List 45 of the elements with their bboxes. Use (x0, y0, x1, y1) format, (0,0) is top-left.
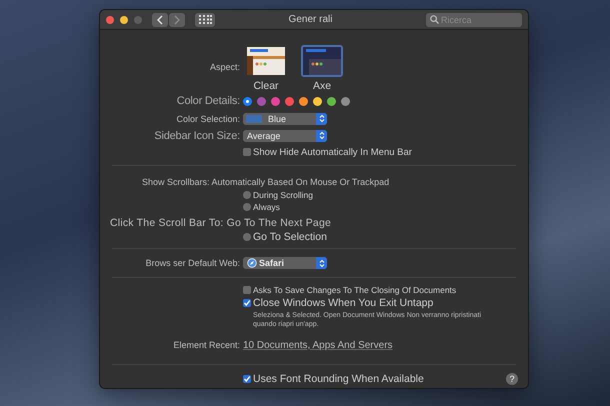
document-option-checkbox[interactable]: Asks To Save Changes To The Closing Of Documents (243, 284, 456, 294)
minimize-button[interactable] (120, 16, 128, 24)
appearance-option[interactable]: Clear (243, 45, 289, 92)
search-icon (430, 15, 439, 24)
scrollbar-radio[interactable]: During Scrolling (243, 190, 313, 200)
checkmark-icon (243, 375, 251, 383)
menu-bar-checkbox[interactable]: Show Hide Automatically In Menu Bar (243, 146, 412, 158)
font-smoothing-checkbox[interactable]: Uses Font Rounding When Available (243, 373, 424, 385)
chevron-left-icon (157, 14, 163, 24)
accent-color-swatch[interactable] (257, 96, 266, 106)
scrollbar-radio[interactable]: Always (243, 202, 280, 212)
field-label: Brows ser Default Web: (144, 258, 241, 268)
light-theme-thumbnail-icon (247, 47, 285, 75)
accent-color-swatch[interactable] (285, 96, 294, 106)
field-label: Element Recent: (172, 340, 241, 350)
click-scroll-bar-label: Click The Scroll Bar To: Go To The Next Page (109, 216, 332, 230)
up-down-chevron-icon (318, 131, 324, 140)
field-label: Color Details: (176, 95, 241, 107)
document-option-checkbox[interactable]: Close Windows When You Exit Untapp (243, 296, 434, 308)
compass-icon (247, 258, 257, 268)
dark-theme-thumbnail-icon (303, 47, 341, 75)
accent-color-swatch[interactable] (341, 96, 350, 106)
help-button[interactable]: ? (506, 373, 518, 385)
highlight-color-dropdown[interactable]: Blue (243, 112, 327, 124)
accent-color-swatch[interactable] (327, 96, 336, 106)
chevron-right-icon (174, 14, 180, 24)
show-all-button[interactable] (195, 12, 215, 26)
window-title: Gener rali (288, 14, 334, 25)
accent-color-swatch[interactable] (299, 96, 308, 106)
recent-items-value[interactable]: 10 Documents, Apps And Servers (243, 340, 393, 350)
up-down-chevron-icon (318, 114, 324, 123)
field-label: Aspect: (208, 61, 241, 72)
up-down-chevron-icon (318, 258, 324, 268)
scrollbars-label: Show Scrollbars: Automatically Based On Mouse Or Trackpad (141, 176, 390, 189)
checkmark-icon (243, 298, 251, 306)
default-browser-dropdown[interactable]: Safari (243, 257, 327, 269)
click-scroll-radio[interactable]: Go To Selection (243, 230, 327, 242)
field-label: Sidebar Icon Size: (153, 130, 241, 142)
accent-color-swatch[interactable] (243, 96, 252, 106)
sidebar-icon-size-dropdown[interactable]: Average (243, 130, 327, 142)
accent-color-swatch[interactable] (313, 96, 322, 106)
accent-color-swatch[interactable] (271, 96, 280, 106)
back-button[interactable] (152, 12, 168, 26)
field-label: Color Selection: (175, 114, 241, 124)
close-button[interactable] (106, 16, 114, 24)
